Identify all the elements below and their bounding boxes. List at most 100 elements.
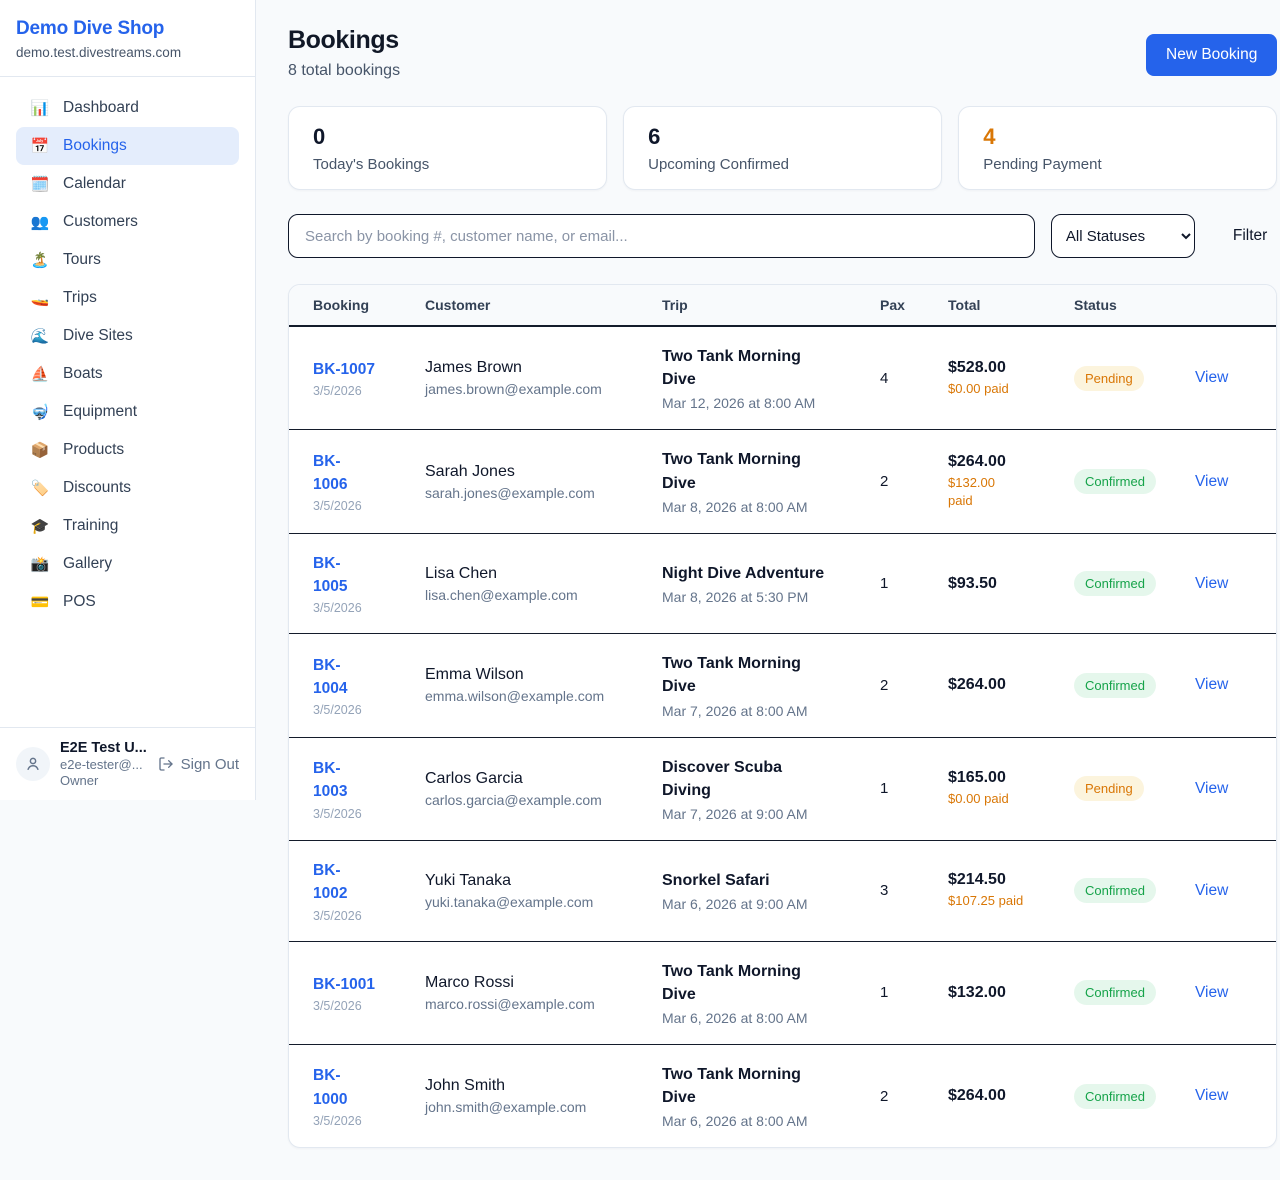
column-header-pax: Pax — [880, 285, 948, 325]
trip-cell: Two Tank Morning Dive Mar 7, 2026 at 8:0… — [662, 634, 880, 736]
status-cell: Confirmed — [1074, 655, 1195, 716]
customer-name: Yuki Tanaka — [425, 872, 638, 890]
trip-cell: Snorkel Safari Mar 6, 2026 at 9:00 AM — [662, 851, 880, 930]
sidebar-item-tours[interactable]: 🏝️ Tours — [16, 241, 239, 279]
view-link[interactable]: View — [1195, 882, 1228, 899]
booking-number-link[interactable]: BK- 1006 — [313, 450, 401, 497]
view-link[interactable]: View — [1195, 575, 1228, 592]
trip-name: Night Dive Adventure — [662, 562, 856, 585]
sidebar-item-label: Trips — [63, 289, 97, 307]
booking-number-link[interactable]: BK- 1005 — [313, 552, 401, 599]
sidebar-item-dive-sites[interactable]: 🌊 Dive Sites — [16, 317, 239, 355]
sidebar-item-discounts[interactable]: 🏷️ Discounts — [16, 469, 239, 507]
customer-cell: Yuki Tanaka yuki.tanaka@example.com — [425, 854, 662, 928]
trip-cell: Two Tank Morning Dive Mar 12, 2026 at 8:… — [662, 327, 880, 429]
customer-name: Carlos Garcia — [425, 770, 638, 788]
booking-number-link[interactable]: BK- 1003 — [313, 757, 401, 804]
booking-number-link[interactable]: BK- 1004 — [313, 654, 401, 701]
sign-out-button[interactable]: Sign Out — [158, 756, 239, 773]
booking-cell: BK-1001 3/5/2026 — [313, 955, 425, 1031]
search-input[interactable] — [288, 214, 1035, 258]
page-header-text: Bookings 8 total bookings — [288, 26, 400, 80]
view-link[interactable]: View — [1195, 1087, 1228, 1104]
booking-number-link[interactable]: BK- 1002 — [313, 859, 401, 906]
customer-cell: James Brown james.brown@example.com — [425, 341, 662, 415]
actions-cell: View — [1195, 864, 1252, 918]
view-link[interactable]: View — [1195, 984, 1228, 1001]
status-cell: Confirmed — [1074, 451, 1195, 512]
total-cell: $132.00 — [948, 966, 1074, 1020]
total-cell: $93.50 — [948, 557, 1074, 611]
trip-name: Discover Scuba Diving — [662, 756, 856, 802]
booking-date: 3/5/2026 — [313, 384, 401, 398]
booking-number-link[interactable]: BK- 1000 — [313, 1064, 401, 1111]
sidebar-item-bookings[interactable]: 📅 Bookings — [16, 127, 239, 165]
stat-label: Pending Payment — [983, 156, 1252, 173]
graduation-cap-icon: 🎓 — [30, 517, 50, 535]
actions-cell: View — [1195, 1069, 1252, 1123]
customer-email: john.smith@example.com — [425, 1099, 638, 1115]
trip-datetime: Mar 12, 2026 at 8:00 AM — [662, 395, 856, 411]
customer-name: James Brown — [425, 359, 638, 377]
column-header-status: Status — [1074, 285, 1195, 325]
sidebar-item-gallery[interactable]: 📸 Gallery — [16, 545, 239, 583]
booking-cell: BK- 1004 3/5/2026 — [313, 636, 425, 736]
customer-email: sarah.jones@example.com — [425, 485, 638, 501]
table-row: BK- 1000 3/5/2026 John Smith john.smith@… — [289, 1045, 1276, 1147]
booking-date: 3/5/2026 — [313, 909, 401, 923]
sidebar-item-calendar[interactable]: 🗓️ Calendar — [16, 165, 239, 203]
sidebar-item-products[interactable]: 📦 Products — [16, 431, 239, 469]
calendar-icon: 📅 — [30, 137, 50, 155]
view-link[interactable]: View — [1195, 473, 1228, 490]
page-title: Bookings — [288, 26, 400, 55]
trip-name: Two Tank Morning Dive — [662, 960, 856, 1006]
column-header-booking: Booking — [313, 285, 425, 325]
trip-name: Two Tank Morning Dive — [662, 448, 856, 494]
status-select[interactable]: All Statuses — [1051, 214, 1195, 258]
total-amount: $264.00 — [948, 453, 1050, 471]
customer-name: Sarah Jones — [425, 463, 638, 481]
view-link[interactable]: View — [1195, 780, 1228, 797]
customer-name: Lisa Chen — [425, 565, 638, 583]
page-header: Bookings 8 total bookings New Booking — [288, 26, 1277, 80]
total-amount: $214.50 — [948, 871, 1050, 889]
booking-date: 3/5/2026 — [313, 601, 401, 615]
table-row: BK- 1003 3/5/2026 Carlos Garcia carlos.g… — [289, 738, 1276, 841]
customer-name: Marco Rossi — [425, 974, 638, 992]
column-header-trip: Trip — [662, 285, 880, 325]
booking-number-link[interactable]: BK-1001 — [313, 973, 401, 996]
new-booking-button[interactable]: New Booking — [1146, 34, 1277, 76]
pax-cell: 2 — [880, 455, 948, 508]
sidebar-header: Demo Dive Shop demo.test.divestreams.com — [0, 0, 255, 77]
sidebar-item-trips[interactable]: 🚤 Trips — [16, 279, 239, 317]
pax-cell: 1 — [880, 966, 948, 1019]
view-link[interactable]: View — [1195, 369, 1228, 386]
user-email: e2e-tester@... — [60, 757, 148, 772]
booking-cell: BK- 1005 3/5/2026 — [313, 534, 425, 634]
trip-cell: Night Dive Adventure Mar 8, 2026 at 5:30… — [662, 544, 880, 623]
total-cell: $264.00 — [948, 1069, 1074, 1123]
table-row: BK- 1004 3/5/2026 Emma Wilson emma.wilso… — [289, 634, 1276, 737]
column-header-total: Total — [948, 285, 1074, 325]
actions-cell: View — [1195, 351, 1252, 405]
trip-name: Two Tank Morning Dive — [662, 652, 856, 698]
view-link[interactable]: View — [1195, 676, 1228, 693]
sidebar-item-boats[interactable]: ⛵ Boats — [16, 355, 239, 393]
column-header-actions — [1195, 293, 1252, 317]
status-cell: Confirmed — [1074, 860, 1195, 921]
filter-button[interactable]: Filter — [1223, 219, 1277, 253]
sign-out-label: Sign Out — [181, 756, 239, 773]
sidebar-item-equipment[interactable]: 🤿 Equipment — [16, 393, 239, 431]
user-role: Owner — [60, 773, 148, 788]
booking-number-link[interactable]: BK-1007 — [313, 358, 401, 381]
sidebar-item-training[interactable]: 🎓 Training — [16, 507, 239, 545]
bar-chart-icon: 📊 — [30, 99, 50, 117]
sidebar-item-label: Products — [63, 441, 124, 459]
pax-cell: 4 — [880, 352, 948, 405]
sidebar-item-dashboard[interactable]: 📊 Dashboard — [16, 89, 239, 127]
pax-cell: 3 — [880, 864, 948, 917]
bookings-table: Booking Customer Trip Pax Total Status B… — [288, 284, 1277, 1148]
actions-cell: View — [1195, 966, 1252, 1020]
sidebar-item-customers[interactable]: 👥 Customers — [16, 203, 239, 241]
sidebar-item-pos[interactable]: 💳 POS — [16, 583, 239, 621]
